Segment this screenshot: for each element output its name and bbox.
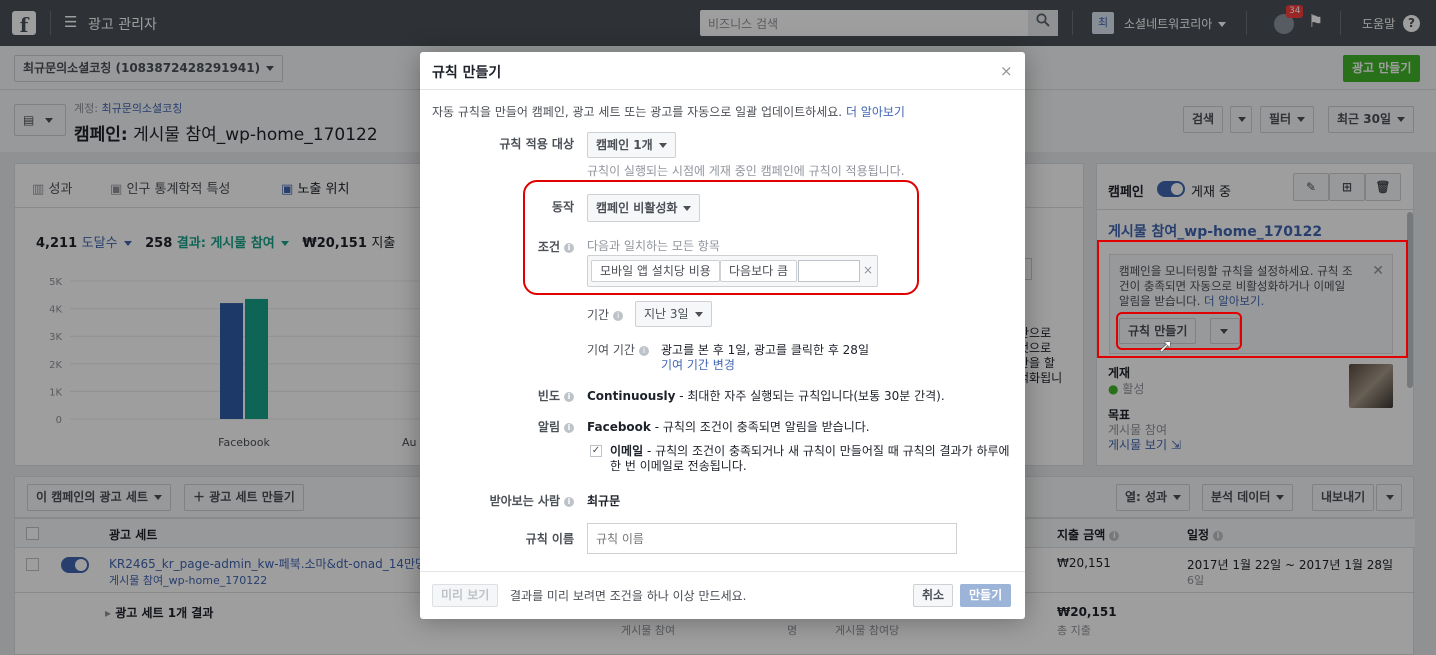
- rule-name-input[interactable]: [587, 523, 957, 554]
- preview-button[interactable]: 미리 보기: [432, 584, 499, 607]
- change-attribution-link[interactable]: 기여 기간 변경: [661, 356, 735, 373]
- apply-label: 규칙 적용 대상: [499, 137, 574, 151]
- period-label: 기간 i: [587, 306, 624, 323]
- cancel-button[interactable]: 취소: [913, 584, 954, 607]
- dialog-title: 규칙 만들기: [432, 65, 502, 81]
- apply-target-dropdown[interactable]: 캠페인 1개: [587, 132, 676, 158]
- frequency-text: Continuously - 최대한 자주 실행되는 규칙입니다(보통 30분 …: [587, 389, 945, 403]
- preview-help-text: 결과를 미리 보려면 조건을 하나 이상 만드세요.: [510, 589, 747, 603]
- create-button[interactable]: 만들기: [960, 584, 1012, 607]
- apply-help-text: 규칙이 실행되는 시점에 게재 중인 캠페인에 규칙이 적용됩니다.: [587, 164, 905, 178]
- email-text: 이메일 - 규칙의 조건이 충족되거나 새 규칙이 만들어질 때 규칙의 결과가…: [610, 444, 1010, 473]
- create-rule-dialog: 규칙 만들기 × 자동 규칙을 만들어 캠페인, 광고 세트 또는 광고를 자동…: [420, 52, 1025, 619]
- notify-facebook-text: Facebook - 규칙의 조건이 충족되면 알림을 받습니다.: [587, 420, 870, 434]
- learn-more-link[interactable]: 더 알아보기: [846, 105, 905, 119]
- cursor-icon: ➚: [1158, 336, 1174, 357]
- dialog-intro: 자동 규칙을 만들어 캠페인, 광고 세트 또는 광고를 자동으로 일괄 업데이…: [432, 105, 905, 119]
- notify-label: 알림 i: [420, 418, 574, 435]
- attribution-label: 기여 기간 i: [587, 341, 649, 358]
- period-dropdown[interactable]: 지난 3일: [635, 301, 712, 327]
- rule-name-label: 규칙 이름: [525, 532, 574, 546]
- frequency-label: 빈도 i: [420, 387, 574, 404]
- dialog-header: [420, 52, 1025, 90]
- subscriber-value: 최규문: [587, 494, 621, 508]
- annotation-box: [1116, 312, 1242, 350]
- close-icon[interactable]: ×: [1000, 62, 1013, 80]
- annotation-box: [523, 180, 919, 295]
- email-checkbox[interactable]: ✓: [590, 445, 602, 457]
- subscriber-label: 받아보는 사람 i: [420, 492, 574, 509]
